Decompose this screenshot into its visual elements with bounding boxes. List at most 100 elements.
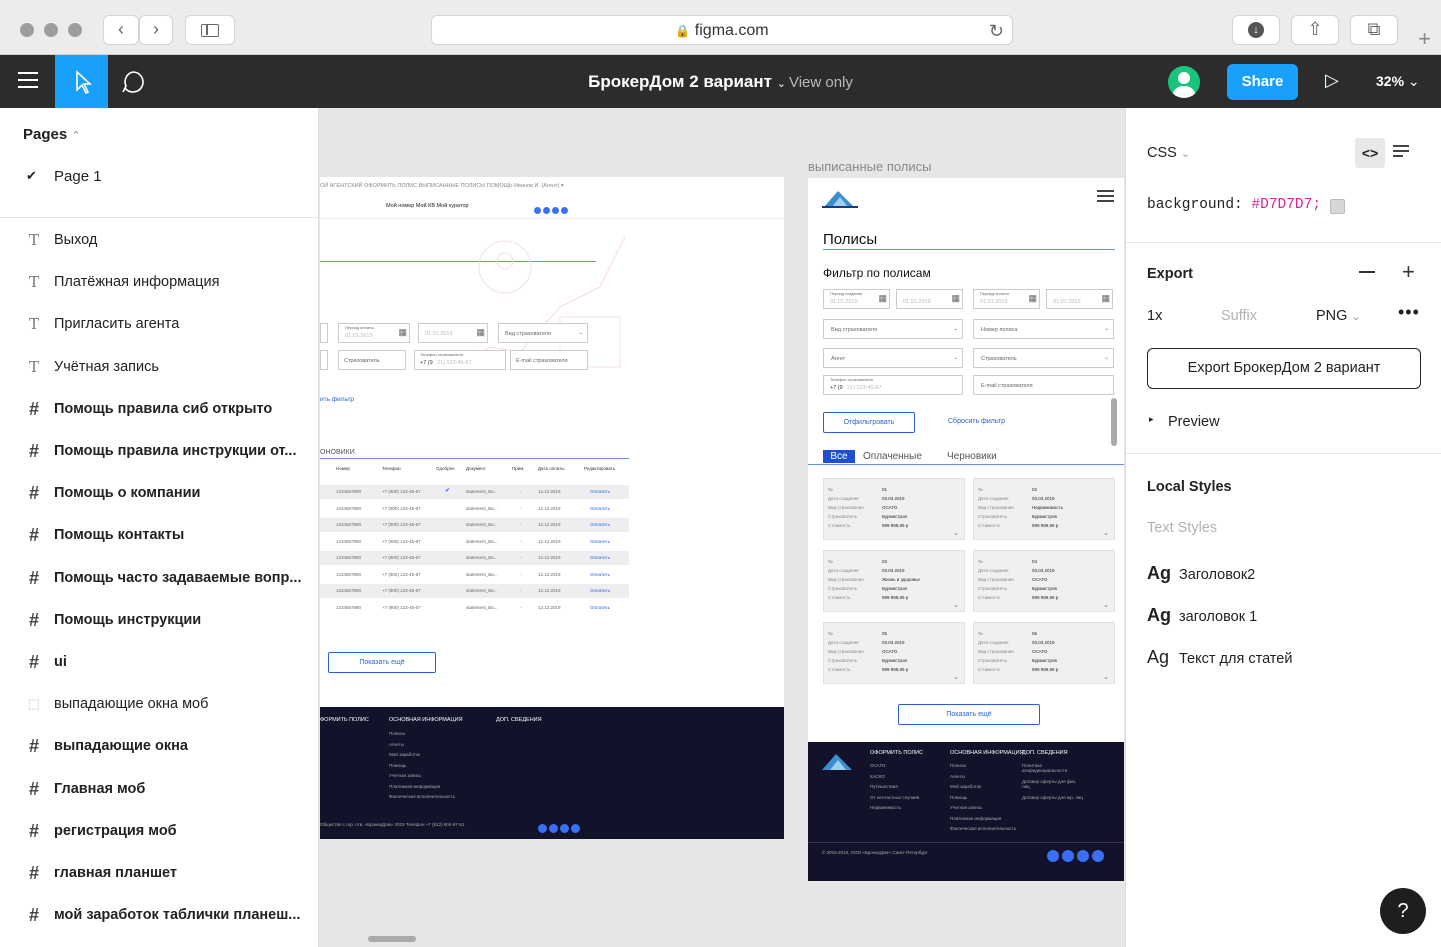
desktop-show-more-button[interactable]: Показать ещё <box>328 652 436 673</box>
desktop-frame[interactable]: ОЙ АГЕНТСКИЙ ОФОРМИТЬ ПОЛИС ВЫПИСАННЫЕ П… <box>320 177 784 839</box>
plus-icon[interactable]: + <box>1402 259 1415 285</box>
chevron-down-icon[interactable]: ⌄ <box>953 529 959 537</box>
tab-drafts[interactable]: Черновики <box>947 451 997 462</box>
desktop-date-from[interactable]: Период оплаты 01.01.2019 ▦ <box>338 323 410 343</box>
pages-header[interactable]: Pages ⌃ <box>23 126 81 143</box>
footer-link[interactable]: От несчастных случаев <box>870 795 919 800</box>
export-format-select[interactable]: PNG ⌄ <box>1316 308 1361 324</box>
policy-card[interactable]: № Дата создания Вид страхования Страховател… <box>823 622 965 684</box>
layer-item[interactable]: # Помощь о компании <box>0 472 319 514</box>
footer-link[interactable]: ОСАГО <box>870 763 885 768</box>
pay-link[interactable]: Оплатить <box>590 539 610 544</box>
policy-card[interactable]: № Дата создания Вид страхования Страховател… <box>823 550 965 612</box>
horizontal-scrollbar[interactable] <box>368 936 416 942</box>
avatar[interactable] <box>1168 66 1200 98</box>
footer-link[interactable]: Договор оферты для юр. лиц <box>1022 795 1084 800</box>
footer-link[interactable]: Полисы <box>389 731 405 736</box>
color-swatch[interactable] <box>1330 199 1345 214</box>
filter-button[interactable]: Отфильтровать <box>823 412 915 433</box>
footer-link[interactable]: Мой заработок <box>950 784 981 789</box>
frame-label[interactable]: выписанные полисы <box>808 159 932 174</box>
footer-link[interactable]: Договор оферты для физ. лиц <box>1022 779 1084 789</box>
mobile-policy-number-select[interactable]: Номер полиса ⌄ <box>973 319 1114 339</box>
layer-item[interactable]: # Помощь инструкции <box>0 599 319 641</box>
main-menu-icon[interactable] <box>18 72 38 88</box>
layer-item[interactable]: # главная планшет <box>0 852 319 894</box>
present-button[interactable]: ▷ <box>1325 70 1339 91</box>
chevron-down-icon[interactable]: ⌄ <box>1103 529 1109 537</box>
table-row[interactable]: 1234567890 +7 (900) 123-45-67 statement_Ba… <box>320 518 629 532</box>
pay-link[interactable]: Оплатить <box>590 522 610 527</box>
close-window-button[interactable] <box>20 23 34 37</box>
back-button[interactable]: ‹ <box>103 15 139 45</box>
chevron-down-icon[interactable]: ⌄ <box>1103 673 1109 681</box>
tab-paid[interactable]: Оплаченные <box>863 451 922 462</box>
policy-card[interactable]: № Дата создания Вид страхования Страховател… <box>973 622 1115 684</box>
export-button[interactable]: Export БрокерДом 2 вариант <box>1147 348 1421 389</box>
layer-item[interactable]: ⬚ выпадающие окна моб <box>0 683 319 725</box>
layer-item[interactable]: # ui <box>0 641 319 683</box>
desktop-phone-field[interactable]: Телефон страхователя +7 (9 21) 123-45-67 <box>414 350 506 370</box>
pay-link[interactable]: Оплатить <box>590 588 610 593</box>
mobile-created-from[interactable]: Период создания 01.01.2019 ▦ <box>823 289 890 309</box>
mobile-email-field[interactable]: E-mail страхователя <box>973 375 1114 395</box>
layer-item[interactable]: T Выход <box>0 219 319 261</box>
footer-link[interactable]: Платежная информация <box>950 816 1001 821</box>
minus-icon[interactable] <box>1359 271 1375 273</box>
canvas[interactable]: ОЙ АГЕНТСКИЙ ОФОРМИТЬ ПОЛИС ВЫПИСАННЫЕ П… <box>320 108 1125 947</box>
footer-link[interactable]: Агенты <box>389 742 404 747</box>
table-row[interactable]: 1234567890 +7 (900) 123-45-67 statement_Ba… <box>320 551 629 565</box>
table-row[interactable]: 1234567890 +7 (900) 123-45-67 statement_Ba… <box>320 567 629 582</box>
pay-link[interactable]: Оплатить <box>590 489 610 494</box>
chevron-down-icon[interactable]: ⌄ <box>1103 601 1109 609</box>
text-style-item[interactable]: Ag заголовок 1 <box>1147 605 1417 629</box>
layer-item[interactable]: # регистрация моб <box>0 810 319 852</box>
desktop-date-to[interactable]: 01.01.2019 ▦ <box>418 323 488 343</box>
table-row[interactable]: 1234567890 +7 (900) 123-45-67 statement_Ba… <box>320 534 629 549</box>
mobile-insurer-select[interactable]: Страхователь ⌄ <box>973 348 1114 368</box>
reset-filter-link[interactable]: Сбросить фильтр <box>948 418 1005 425</box>
text-style-item[interactable]: Ag Текст для статей <box>1147 647 1417 671</box>
comment-tool-button[interactable] <box>120 69 146 100</box>
table-row[interactable]: 1234567890 +7 (900) 123-45-67 statement_Ba… <box>320 600 629 615</box>
layer-item[interactable]: T Пригласить агента <box>0 303 319 345</box>
mobile-created-to[interactable]: 01.01.2019 ▦ <box>896 289 963 309</box>
new-tab-button[interactable]: + <box>1408 22 1441 55</box>
share-button[interactable]: Share <box>1227 64 1298 100</box>
desktop-insurer-type-select[interactable]: Вид страхователя ⌄ <box>498 323 588 343</box>
share-page-button[interactable]: ⇧ <box>1291 15 1339 45</box>
disclosure-triangle-icon[interactable]: ▸ <box>1149 414 1154 425</box>
desktop-insurer-select[interactable]: Страхователь <box>338 350 406 370</box>
footer-link[interactable]: Учетная запись <box>389 773 421 778</box>
footer-link[interactable]: Путешествия <box>870 784 898 789</box>
page-item-current[interactable]: Page 1 <box>54 168 102 185</box>
layer-item[interactable]: # Помощь часто задаваемые вопр... <box>0 557 319 599</box>
footer-link[interactable]: Мой заработок <box>389 752 420 757</box>
sidebar-toggle-button[interactable] <box>185 15 235 45</box>
pay-link[interactable]: Оплатить <box>590 605 610 610</box>
footer-link[interactable]: Фактическая исполнительность <box>389 794 455 799</box>
forward-button[interactable]: › <box>139 15 173 45</box>
policy-card[interactable]: № Дата создания Вид страхования Страховател… <box>823 478 965 540</box>
more-options-icon[interactable]: ••• <box>1398 302 1420 323</box>
tab-all[interactable]: Все <box>823 450 855 463</box>
chevron-down-icon[interactable]: ⌄ <box>953 673 959 681</box>
pay-link[interactable]: Оплатить <box>590 572 610 577</box>
footer-link[interactable]: Помощь <box>389 763 406 768</box>
footer-link[interactable]: Полисы <box>950 763 966 768</box>
text-style-item[interactable]: Ag Заголовок2 <box>1147 563 1417 587</box>
preview-toggle[interactable]: Preview <box>1168 414 1220 430</box>
layer-item[interactable]: # Главная моб <box>0 768 319 810</box>
mobile-paid-to[interactable]: 01.01.2019 ▦ <box>1046 289 1113 309</box>
code-view-toggle[interactable]: <> <box>1355 138 1385 168</box>
table-row[interactable]: 1234567890 +7 (900) 123-45-67 statement_Ba… <box>320 501 629 516</box>
mobile-show-more-button[interactable]: Показать ещё <box>898 704 1040 725</box>
mobile-agent-select[interactable]: Агент ⌄ <box>823 348 963 368</box>
layer-item[interactable]: # Помощь правила инструкции от... <box>0 430 319 472</box>
pay-link[interactable]: Оплатить <box>590 555 610 560</box>
export-scale[interactable]: 1x <box>1147 308 1162 324</box>
tabs-overview-button[interactable]: ⧉ <box>1350 15 1398 45</box>
hamburger-icon[interactable] <box>1097 190 1114 202</box>
downloads-button[interactable]: ↓ <box>1232 15 1280 45</box>
footer-link[interactable]: Фактическая исполнительность <box>950 826 1016 831</box>
